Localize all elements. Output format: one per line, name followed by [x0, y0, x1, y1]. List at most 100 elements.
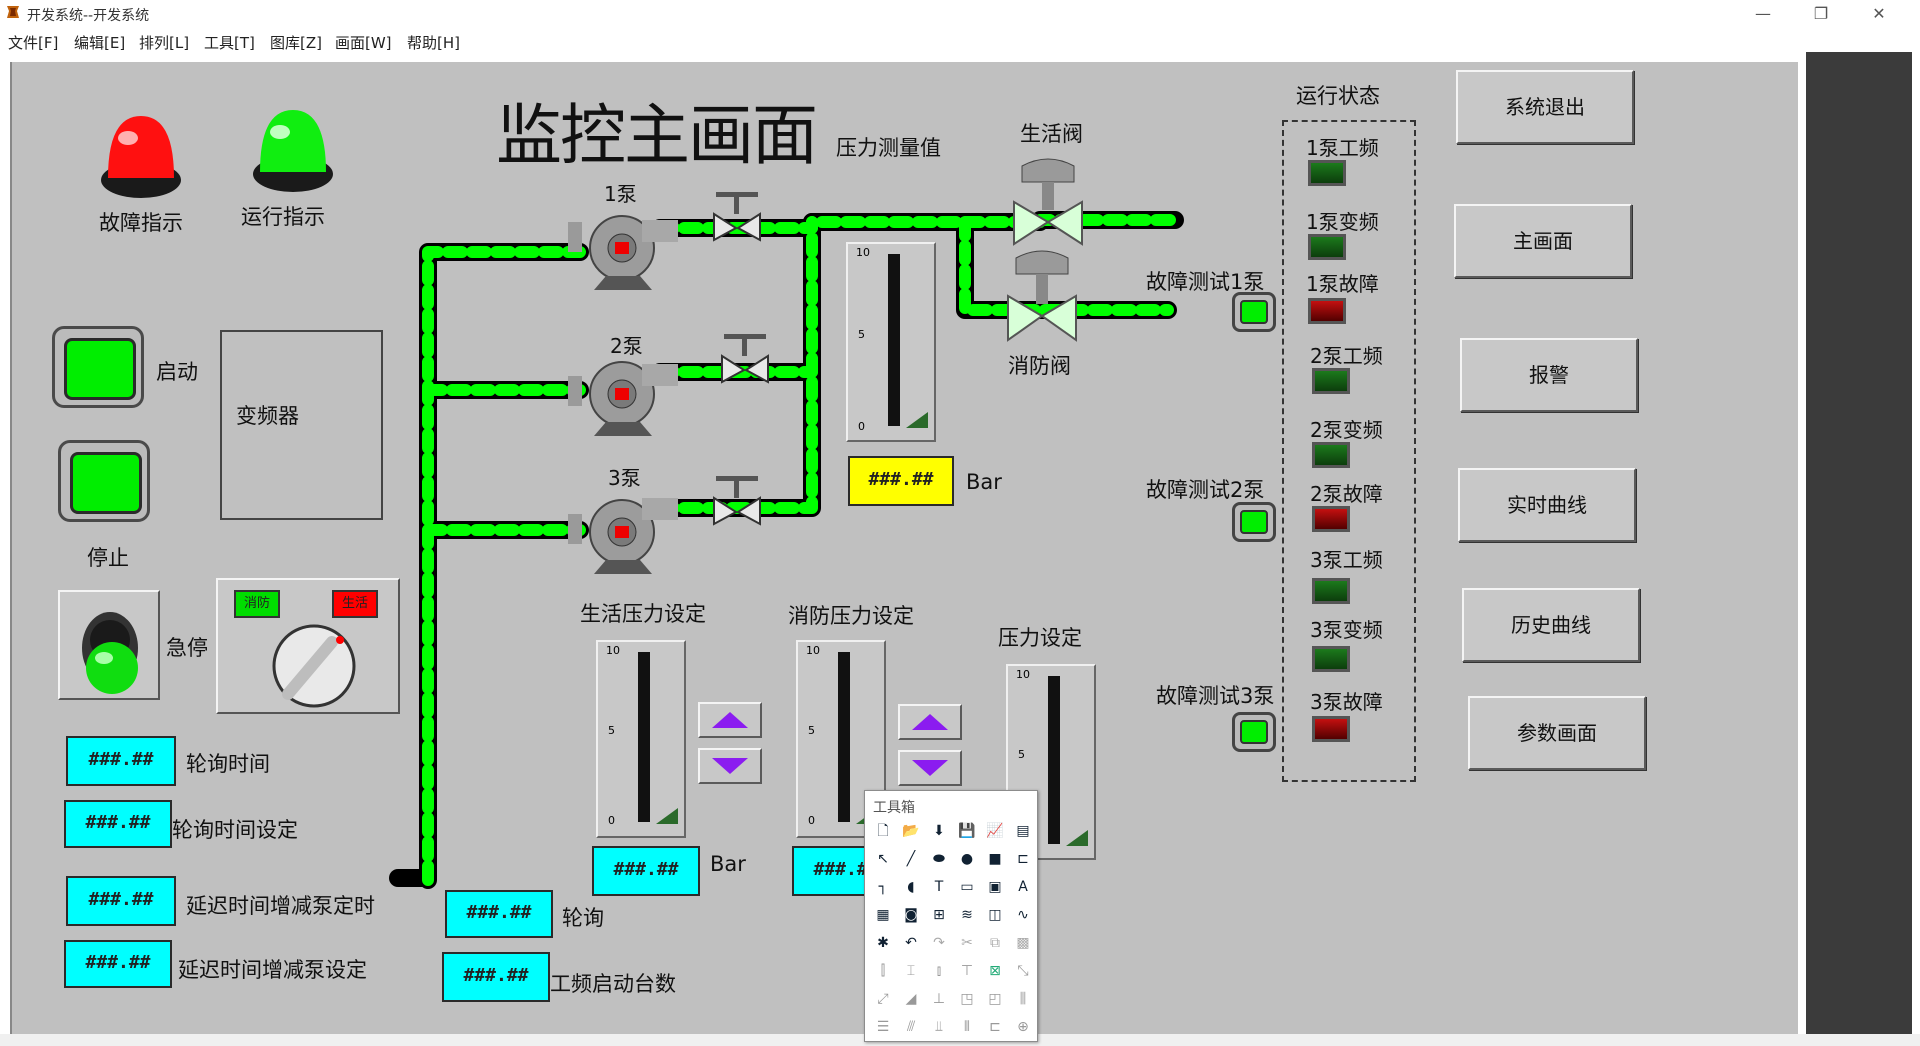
pressure-value-display[interactable]: ###.##	[848, 456, 954, 506]
group-icon[interactable]: ⊠	[985, 961, 1005, 981]
poll-time-set-display[interactable]: ###.##	[64, 800, 172, 848]
stop-button[interactable]	[58, 440, 150, 522]
valve2-icon[interactable]	[720, 334, 770, 384]
valve1-icon[interactable]	[712, 192, 762, 242]
gauge-tick-min: 0	[808, 814, 815, 827]
run-lamp-icon	[253, 110, 333, 192]
open-icon[interactable]: 📂	[901, 821, 921, 841]
fire-pressure-down-button[interactable]	[898, 750, 962, 786]
nav-main-button[interactable]: 主画面	[1454, 204, 1632, 278]
nav-params-button[interactable]: 参数画面	[1468, 696, 1646, 770]
grid-icon[interactable]: ⊞	[929, 905, 949, 925]
panel-icon[interactable]: ▤	[1013, 821, 1033, 841]
align-left-icon[interactable]: ⫿	[873, 961, 893, 981]
pump2-icon[interactable]	[568, 352, 680, 440]
estop-label: 急停	[166, 636, 208, 660]
rotate-icon[interactable]: ⤢	[873, 989, 893, 1009]
line-icon[interactable]: ╱	[901, 849, 921, 869]
nav-realtime-curve-button[interactable]: 实时曲线	[1458, 468, 1636, 542]
fire-pressure-up-button[interactable]	[898, 704, 962, 740]
back-icon[interactable]: ◳	[957, 989, 977, 1009]
life-valve-icon[interactable]	[1012, 158, 1084, 250]
alarm-window-icon[interactable]: ◫	[985, 905, 1005, 925]
flip-icon[interactable]: ◢	[901, 989, 921, 1009]
ungroup-icon[interactable]: ⤡	[1013, 961, 1033, 981]
new-icon[interactable]: 🗋	[873, 821, 893, 841]
circle-icon[interactable]: ●	[957, 849, 977, 869]
layer-icon[interactable]: ◰	[985, 989, 1005, 1009]
poll-label: 轮询	[562, 906, 604, 930]
start-button[interactable]	[52, 326, 144, 408]
life-pressure-up-button[interactable]	[698, 702, 762, 738]
emergency-stop-button[interactable]	[58, 590, 160, 700]
ellipse-icon[interactable]: ⬬	[929, 849, 949, 869]
same-size-icon[interactable]: ⊏	[985, 1017, 1005, 1037]
report-icon[interactable]: ▦	[873, 905, 893, 925]
trend-icon[interactable]: ≋	[957, 905, 977, 925]
redo-icon[interactable]: ↷	[929, 933, 949, 953]
pipe-icon[interactable]: ┐	[873, 877, 893, 897]
pump1-icon[interactable]	[568, 210, 680, 298]
rotary-knob-icon	[272, 624, 356, 708]
poll-time-display[interactable]: ###.##	[66, 736, 176, 786]
same-height-icon[interactable]: ⫴	[957, 1017, 977, 1037]
status-lamp	[1312, 578, 1350, 604]
status-item-label: 1泵故障	[1306, 272, 1379, 296]
valve3-icon[interactable]	[712, 476, 762, 526]
gauge-icon[interactable]: ◙	[901, 905, 921, 925]
delay-time-set-display[interactable]: ###.##	[64, 940, 172, 988]
pressure-measure-gauge: 10 5 0	[846, 242, 936, 442]
nav-history-curve-button[interactable]: 历史曲线	[1462, 588, 1640, 662]
align-top-icon[interactable]: ⊤	[957, 961, 977, 981]
image-icon[interactable]: ▣	[985, 877, 1005, 897]
align-center-icon[interactable]: ⌶	[901, 961, 921, 981]
center-icon[interactable]: ⊕	[1013, 1017, 1033, 1037]
align-right-icon[interactable]: ⫾	[929, 961, 949, 981]
vspace-icon[interactable]: ⫻	[901, 1017, 921, 1037]
start-button-face	[64, 338, 136, 400]
delay-time-display[interactable]: ###.##	[66, 876, 176, 926]
paste-icon[interactable]: ▩	[1013, 933, 1033, 953]
rectangle-icon[interactable]: ■	[985, 849, 1005, 869]
nav-alarm-button[interactable]: 报警	[1460, 338, 1638, 412]
font-icon[interactable]: A	[1013, 877, 1033, 897]
front-icon[interactable]: ⊥	[929, 989, 949, 1009]
link-icon[interactable]: ∿	[1013, 905, 1033, 925]
text-icon[interactable]: T	[929, 877, 949, 897]
gauge-bar	[888, 254, 900, 426]
nav-exit-button[interactable]: 系统退出	[1456, 70, 1634, 144]
gauge-bar	[1048, 676, 1060, 844]
save-icon[interactable]: 💾	[957, 821, 977, 841]
poll-display[interactable]: ###.##	[445, 890, 553, 938]
gauge-bar	[638, 652, 650, 822]
rounded-rect-icon[interactable]: ▭	[957, 877, 977, 897]
fault-indicator-label: 故障指示	[99, 211, 183, 235]
chart-icon[interactable]: 📈	[985, 821, 1005, 841]
fault-test-2-button[interactable]	[1232, 502, 1276, 542]
pointer-icon[interactable]: ↖	[873, 849, 893, 869]
copy-icon[interactable]: ⧉	[985, 933, 1005, 953]
fault-test-2-label: 故障测试2泵	[1146, 478, 1265, 502]
life-pressure-down-button[interactable]	[698, 748, 762, 784]
fault-test-1-button[interactable]	[1232, 292, 1276, 332]
undo-icon[interactable]: ↶	[901, 933, 921, 953]
life-pressure-display[interactable]: ###.##	[592, 846, 700, 896]
same-width-icon[interactable]: ⫫	[929, 1017, 949, 1037]
polyline-icon[interactable]: ⊏	[1013, 849, 1033, 869]
cut-icon[interactable]: ✂	[957, 933, 977, 953]
gauge-tick-mid: 5	[608, 724, 615, 737]
freq-start-count-display[interactable]: ###.##	[442, 952, 550, 1002]
mode-selector-switch[interactable]: 消防 生活	[216, 578, 400, 714]
status-item-label: 1泵工频	[1306, 136, 1379, 160]
toolbox-panel[interactable]: 工具箱 🗋 📂 ⬇ 💾 📈 ▤ ↖ ╱ ⬬ ● ■ ⊏ ┐ ◖ T ▭ ▣ A …	[864, 790, 1038, 1042]
import-icon[interactable]: ⬇	[929, 821, 949, 841]
spacing-icon[interactable]: ⫼	[1013, 989, 1033, 1009]
arc-icon[interactable]: ◖	[901, 877, 921, 897]
palette-icon[interactable]: ✱	[873, 933, 893, 953]
pump3-icon[interactable]	[568, 490, 680, 578]
hspace-icon[interactable]: ☰	[873, 1017, 893, 1037]
status-lamp	[1312, 646, 1350, 672]
stop-label: 停止	[87, 546, 129, 570]
fault-test-3-button[interactable]	[1232, 712, 1276, 752]
fire-valve-icon[interactable]	[1006, 250, 1078, 346]
